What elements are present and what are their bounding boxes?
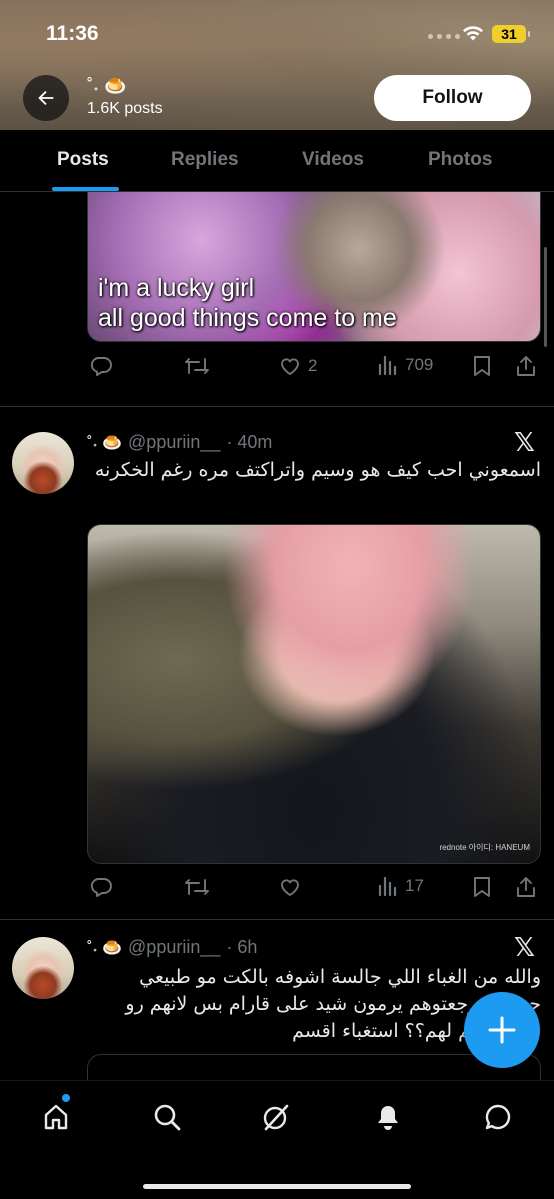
profile-display-name: ˚˖ 🍮 xyxy=(87,76,127,96)
post-actions: 17 xyxy=(87,875,541,905)
feed-scrollbar[interactable] xyxy=(544,247,547,347)
compose-plus-icon xyxy=(488,1016,516,1044)
reply-button[interactable] xyxy=(89,354,113,378)
author-handle[interactable]: @ppuriin__ xyxy=(128,432,220,453)
profile-tabs: Posts Replies Videos Photos xyxy=(0,130,554,192)
active-tab-indicator xyxy=(52,187,119,191)
status-time: 11:36 xyxy=(46,22,99,45)
tab-videos[interactable]: Videos xyxy=(302,149,364,171)
tab-photos[interactable]: Photos xyxy=(428,149,492,171)
post-divider xyxy=(0,919,554,920)
post-divider xyxy=(0,406,554,407)
home-icon xyxy=(44,1104,68,1130)
like-icon xyxy=(281,879,299,896)
like-count: 2 xyxy=(308,356,318,375)
x-logo-icon: 𝕏 xyxy=(514,933,535,963)
grok-icon xyxy=(263,1104,289,1131)
share-icon xyxy=(517,877,535,897)
views-icon xyxy=(378,355,397,376)
x-logo-icon: 𝕏 xyxy=(514,428,535,458)
post-header: ˚˖ 🍮 @ppuriin__ · 6h xyxy=(87,937,257,958)
back-button[interactable] xyxy=(23,75,69,121)
post-media-image[interactable]: rednote 아이디: HANEUM xyxy=(87,524,541,864)
views-button[interactable]: 709 xyxy=(377,354,433,376)
post-actions: 2 709 xyxy=(87,354,541,384)
home-indicator xyxy=(143,1184,411,1189)
compose-button[interactable] xyxy=(464,992,540,1068)
posts-feed[interactable]: i'm a lucky girl all good things come to… xyxy=(0,192,554,1080)
share-icon xyxy=(517,356,535,376)
notifications-icon xyxy=(378,1106,398,1130)
author-display-name[interactable]: ˚˖ 🍮 xyxy=(87,938,122,958)
tab-replies[interactable]: Replies xyxy=(171,149,239,171)
quoted-post-card[interactable] xyxy=(87,1054,541,1080)
follow-button[interactable]: Follow xyxy=(374,75,531,121)
reply-button[interactable] xyxy=(89,875,113,899)
nav-home[interactable] xyxy=(38,1099,74,1135)
bookmark-button[interactable] xyxy=(471,354,493,378)
media-watermark: rednote 아이디: HANEUM xyxy=(439,843,530,852)
retweet-icon xyxy=(185,879,209,895)
nav-grok[interactable] xyxy=(258,1099,294,1135)
nav-search[interactable] xyxy=(149,1099,185,1135)
bottom-navigation xyxy=(0,1080,554,1199)
bookmark-icon xyxy=(474,356,490,376)
avatar[interactable] xyxy=(12,432,74,494)
reply-icon xyxy=(90,878,112,897)
views-button[interactable]: 17 xyxy=(377,875,424,897)
post-timestamp: · 40m xyxy=(226,432,273,452)
like-button[interactable]: 2 xyxy=(278,354,317,378)
bookmark-icon xyxy=(474,877,490,897)
retweet-icon xyxy=(185,358,209,374)
home-notification-dot xyxy=(62,1094,70,1102)
tab-posts[interactable]: Posts xyxy=(57,149,109,171)
messages-icon xyxy=(485,1104,511,1130)
nav-notifications[interactable] xyxy=(370,1099,406,1135)
profile-header: 11:36 31 ˚˖ 🍮 1.6K posts Follow xyxy=(0,0,554,130)
battery-indicator: 31 xyxy=(492,25,530,43)
post-media-image[interactable]: i'm a lucky girl all good things come to… xyxy=(87,192,541,342)
post-text: اسمعوني احب كيف هو وسيم واتراكتف مره رغم… xyxy=(94,459,541,481)
like-icon xyxy=(281,358,299,375)
reply-icon xyxy=(90,357,112,376)
status-bar: 11:36 31 xyxy=(0,0,554,70)
share-button[interactable] xyxy=(515,875,537,899)
view-count: 17 xyxy=(405,876,424,895)
back-arrow-icon xyxy=(38,90,54,106)
nav-messages[interactable] xyxy=(480,1099,516,1135)
profile-post-count: 1.6K posts xyxy=(87,100,163,117)
views-icon xyxy=(378,876,397,897)
wifi-icon xyxy=(463,26,483,41)
post-timestamp: · 6h xyxy=(226,937,258,957)
retweet-button[interactable] xyxy=(184,354,210,378)
retweet-button[interactable] xyxy=(184,875,210,899)
bookmark-button[interactable] xyxy=(471,875,493,899)
cellular-signal-icon xyxy=(428,34,460,39)
media-caption: i'm a lucky girl all good things come to… xyxy=(98,274,397,332)
search-icon xyxy=(154,1104,181,1131)
author-display-name[interactable]: ˚˖ 🍮 xyxy=(87,433,122,453)
view-count: 709 xyxy=(405,355,434,374)
author-handle[interactable]: @ppuriin__ xyxy=(128,937,220,958)
post-header: ˚˖ 🍮 @ppuriin__ · 40m xyxy=(87,432,272,453)
share-button[interactable] xyxy=(515,354,537,378)
avatar[interactable] xyxy=(12,937,74,999)
like-button[interactable] xyxy=(278,875,302,899)
